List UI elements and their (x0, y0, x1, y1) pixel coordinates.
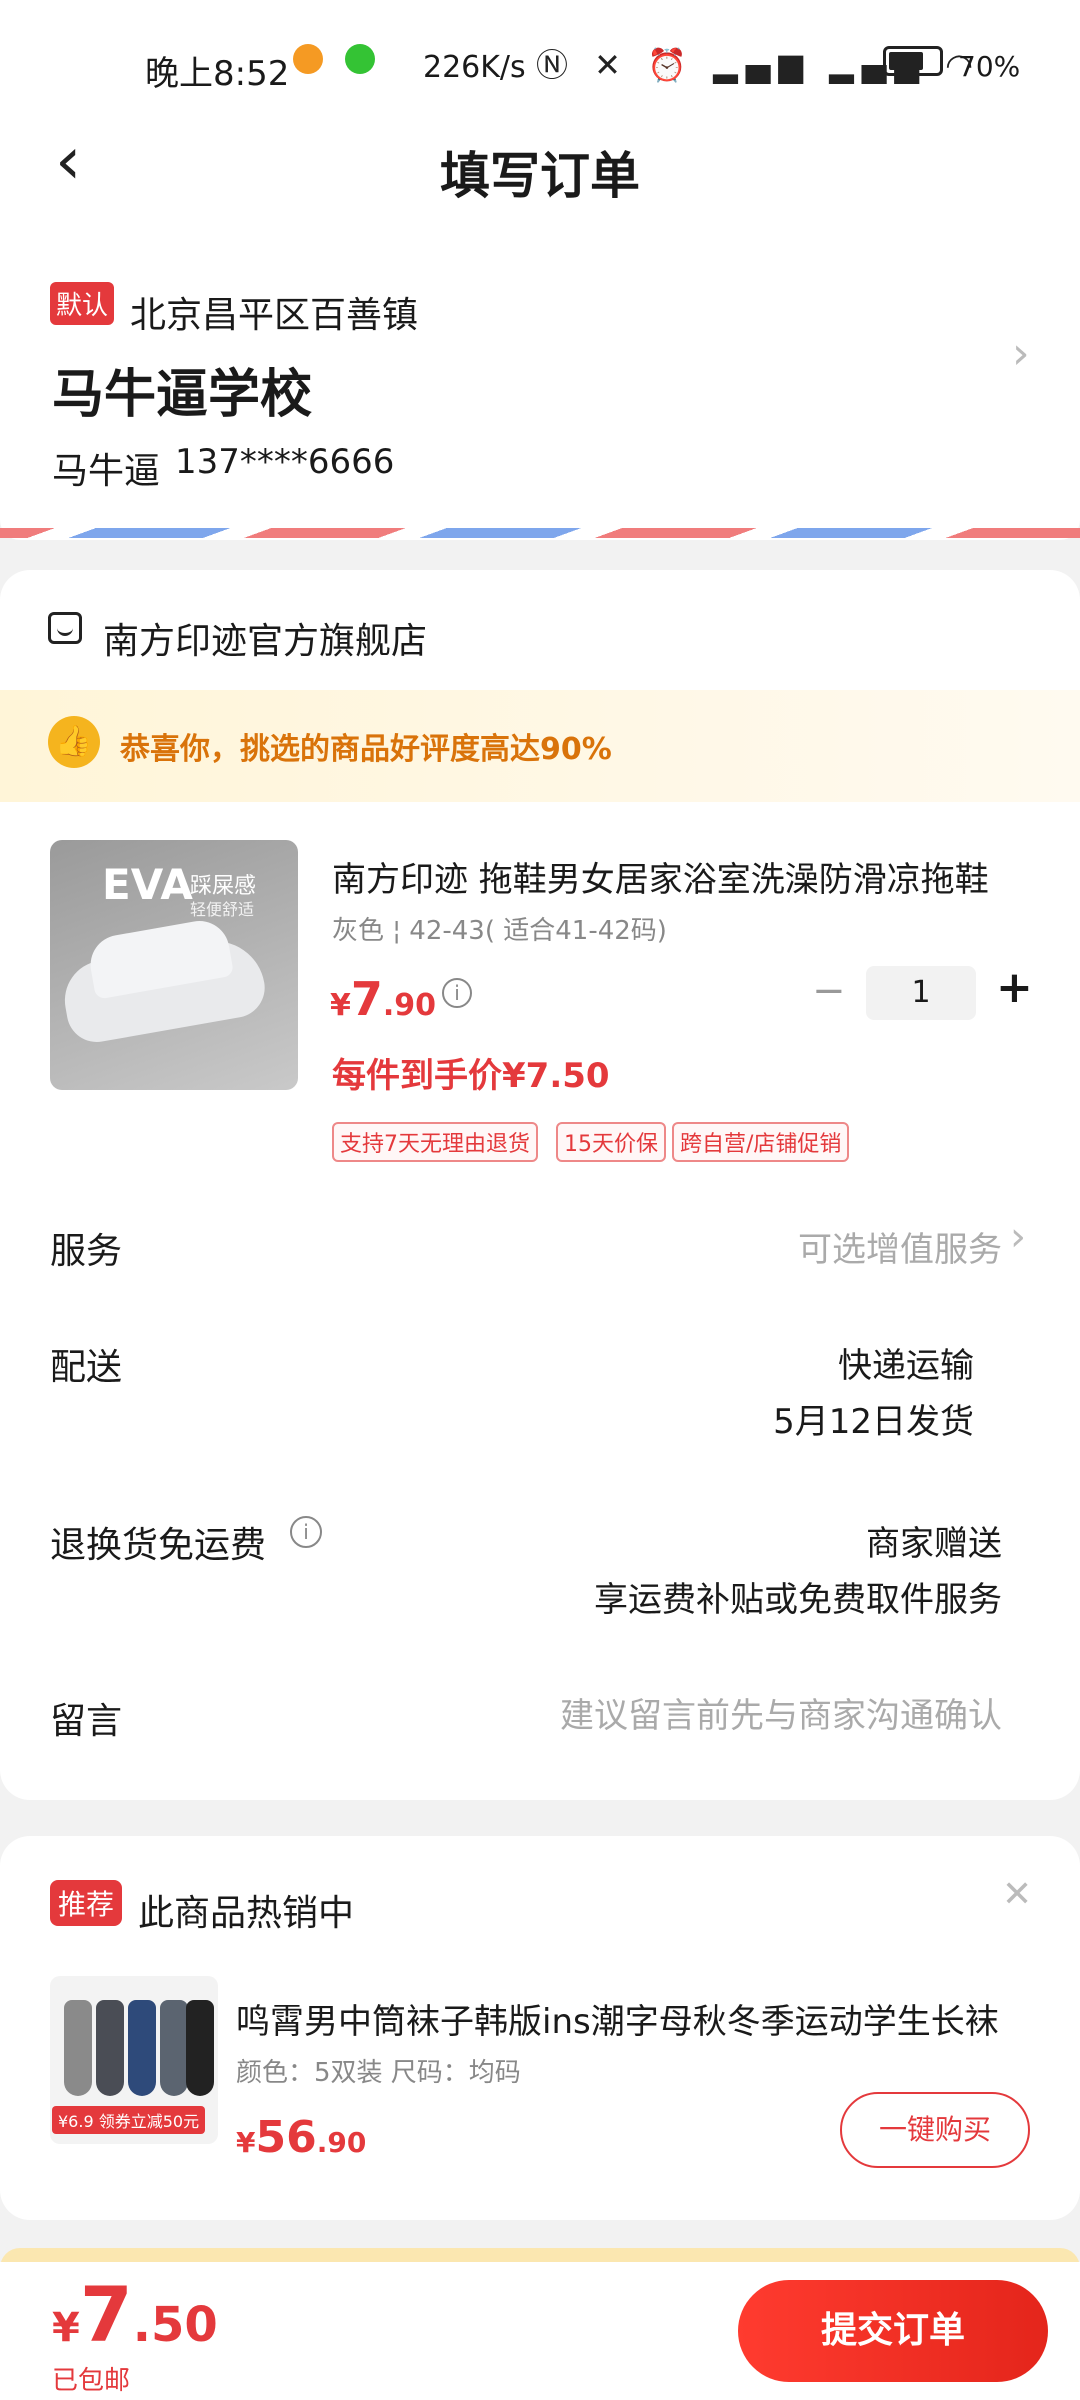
note-label: 留言 (50, 1701, 123, 1742)
delivery-value[interactable]: 快递运输 (838, 1338, 974, 1387)
app-notification-icon-2 (345, 44, 375, 74)
recommend-price: ¥56.90 (236, 2112, 366, 2163)
network-speed: 226K/s (423, 50, 526, 85)
quantity-plus-button[interactable]: + (996, 962, 1033, 1013)
close-icon[interactable]: ✕ (1002, 1874, 1032, 1915)
envelope-border (0, 528, 1080, 538)
status-bar: 晚上8:52 226K/s Ⓝ ✕ ⏰ ▂▄▆ ▂▄▆ ◠ 70% (0, 0, 1080, 100)
recipient-name: 马牛逼 (52, 451, 161, 492)
total-currency: ¥ (52, 2305, 80, 2351)
battery-percent: 70% (958, 50, 1021, 83)
final-unit-price: 每件到手价¥7.50 (332, 1056, 610, 1096)
chevron-right-icon[interactable]: › (1012, 328, 1030, 379)
sock-shape (64, 2000, 92, 2096)
info-icon[interactable]: i (442, 978, 472, 1008)
nav-header: ‹ 填写订单 (0, 100, 1080, 240)
sock-shape (128, 2000, 156, 2096)
rec-price-decimal: .90 (316, 2126, 367, 2159)
total-integer: 7 (79, 2270, 133, 2359)
default-tag: 默认 (50, 282, 115, 325)
product-title[interactable]: 南方印迹 拖鞋男女居家浴室洗澡防滑凉拖鞋 (332, 852, 1032, 901)
page-title: 填写订单 (440, 147, 640, 205)
recommend-card: 推荐 此商品热销中 ✕ ¥6.9 领券立减50元 鸣霄男中筒袜子韩版ins潮字母… (0, 1836, 1080, 2220)
quantity-minus-button[interactable]: − (812, 968, 846, 1014)
chevron-right-icon[interactable]: › (1010, 1214, 1026, 1260)
return-value: 商家赠送 (866, 1524, 1002, 1564)
quantity-input[interactable]: 1 (866, 966, 976, 1020)
recipient-phone: 137****6666 (175, 442, 395, 482)
battery-icon (883, 46, 943, 76)
order-total: ¥7.50 (52, 2270, 218, 2359)
product-spec[interactable]: 灰色 ¦ 42-43( 适合41-42码) (332, 910, 667, 947)
service-value[interactable]: 可选增值服务 (798, 1222, 1002, 1271)
address-detail: 马牛逼学校 (52, 365, 313, 425)
promo-banner: 👍 恭喜你，挑选的商品好评度高达90% (0, 690, 1080, 802)
sock-shape (186, 2000, 214, 2096)
return-label: 退换货免运费 (50, 1525, 267, 1566)
sock-shape (96, 2000, 124, 2096)
total-decimal: .50 (132, 2297, 218, 2353)
shipping-note: 已包邮 (52, 2366, 131, 2396)
recommend-spec: 颜色：5双装 尺码：均码 (236, 2058, 521, 2088)
order-card: 南方印迹官方旗舰店 👍 恭喜你，挑选的商品好评度高达90% EVA 踩屎感 轻便… (0, 570, 1080, 1800)
address-region: 北京昌平区百善镇 (130, 295, 419, 336)
info-icon[interactable]: i (290, 1516, 322, 1548)
recommend-title: 此商品热销中 (138, 1893, 355, 1934)
store-icon (48, 612, 82, 644)
delivery-label: 配送 (50, 1347, 123, 1388)
rec-price-integer: 56 (255, 2112, 317, 2163)
badge-return-policy: 支持7天无理由退货 (332, 1122, 538, 1162)
status-time: 晚上8:52 (145, 54, 290, 94)
bottom-bar: ¥7.50 已包邮 提交订单 (0, 2262, 1080, 2400)
product-image[interactable]: EVA 踩屎感 轻便舒适 (50, 840, 298, 1090)
rec-price-currency: ¥ (236, 2126, 256, 2159)
badge-price-protect: 15天价保 (556, 1122, 666, 1162)
badge-promotion: 跨自营/店铺促销 (672, 1122, 850, 1162)
recommend-image[interactable]: ¥6.9 领券立减50元 (50, 1976, 218, 2144)
store-name[interactable]: 南方印迹官方旗舰店 (103, 612, 427, 664)
delivery-date: 5月12日发货 (773, 1402, 974, 1442)
recommend-tag: 推荐 (50, 1880, 123, 1926)
app-notification-icon (293, 44, 323, 74)
one-click-buy-button[interactable]: 一键购买 (840, 2092, 1030, 2168)
service-label: 服务 (50, 1231, 123, 1272)
thumbs-up-icon: 👍 (48, 716, 100, 768)
sock-shape (160, 2000, 188, 2096)
price-currency: ¥ (330, 988, 351, 1023)
address-card[interactable]: 默认 北京昌平区百善镇 马牛逼学校 马牛逼 137****6666 › (0, 240, 1080, 540)
price-integer: 7 (350, 972, 383, 1026)
product-image-sub2: 轻便舒适 (190, 900, 255, 919)
note-input[interactable]: 建议留言前先与商家沟通确认 (560, 1688, 1002, 1737)
product-image-label: EVA (102, 860, 193, 909)
coupon-badge: ¥6.9 领券立减50元 (52, 2106, 206, 2134)
product-price: ¥7.90 (330, 972, 436, 1026)
price-decimal: .90 (382, 988, 437, 1023)
promo-text: 恭喜你，挑选的商品好评度高达90% (120, 732, 612, 767)
return-desc: 享运费补贴或免费取件服务 (594, 1580, 1002, 1620)
recommend-name[interactable]: 鸣霄男中筒袜子韩版ins潮字母秋冬季运动学生长袜 (236, 1994, 1006, 2043)
submit-order-button[interactable]: 提交订单 (738, 2280, 1048, 2382)
